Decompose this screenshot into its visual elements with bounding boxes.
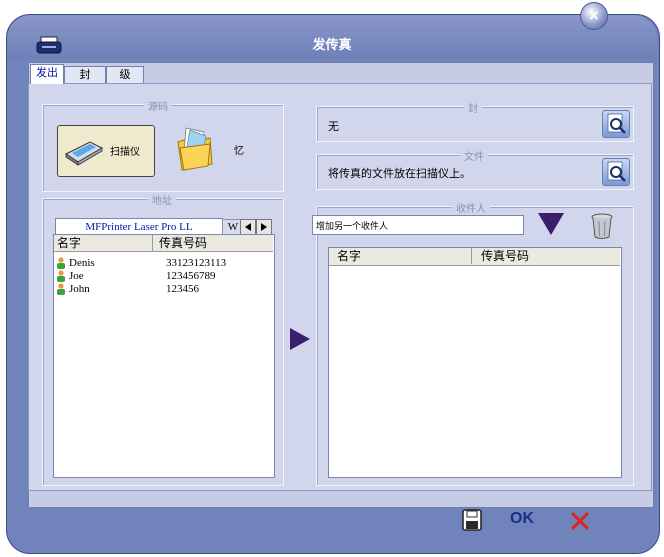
cover-preview-button[interactable]	[602, 110, 630, 138]
recipient-input-value: 增加另一个收件人	[316, 222, 389, 232]
contact-name: Denis	[69, 257, 95, 269]
save-icon[interactable]	[462, 509, 482, 531]
address-col-name[interactable]: 名字	[57, 235, 81, 251]
window-title: 发传真	[312, 38, 352, 53]
address-row[interactable]: Joe 123456789	[56, 270, 266, 282]
memory-label: 忆	[234, 146, 244, 157]
recipient-input[interactable]: 增加另一个收件人	[312, 215, 524, 235]
address-group-title: 地址	[148, 192, 176, 207]
tab-scroll-left[interactable]	[240, 219, 256, 235]
scanner-icon	[65, 141, 104, 166]
contact-name: John	[69, 283, 90, 295]
address-book-tab-label: MFPrinter Laser Pro LL	[85, 221, 193, 233]
close-icon: ×	[588, 8, 600, 24]
magnifier-icon	[607, 161, 626, 182]
recipients-group-title: 收件人	[452, 200, 490, 215]
add-down-arrow-icon[interactable]	[537, 212, 565, 236]
add-recipient-arrow-icon[interactable]	[289, 327, 311, 351]
file-preview-button[interactable]	[602, 158, 630, 186]
tab-scroll-right[interactable]	[256, 219, 272, 235]
address-col-number[interactable]: 传真号码	[152, 235, 207, 251]
arrow-right-icon	[261, 223, 267, 231]
tab-send-label: 发出	[36, 66, 58, 79]
arrow-left-icon	[245, 223, 251, 231]
contact-icon	[57, 270, 65, 282]
address-row[interactable]: Denis 33123123113	[56, 257, 266, 269]
contact-number: 33123123113	[166, 257, 227, 269]
contact-number: 123456789	[166, 270, 216, 282]
scanner-button[interactable]: 扫描仪	[57, 125, 155, 177]
trash-icon[interactable]	[590, 212, 614, 240]
tab-send[interactable]: 发出	[30, 64, 64, 84]
file-value: 将传真的文件放在扫描仪上。	[328, 167, 471, 180]
memory-button[interactable]: 忆	[176, 126, 266, 176]
source-group-title: 源码	[144, 98, 172, 113]
file-group-title: 文件	[460, 148, 488, 163]
tab-level-label: 级	[119, 68, 131, 81]
recipients-col-name[interactable]: 名字	[337, 248, 361, 264]
contact-number: 123456	[166, 283, 199, 295]
tab-cover-label: 封	[79, 68, 91, 81]
contact-name: Joe	[69, 270, 84, 282]
scanner-label: 扫描仪	[110, 147, 140, 158]
cover-group-title: 封	[464, 100, 482, 115]
address-book-tab[interactable]: MFPrinter Laser Pro LL	[55, 218, 223, 235]
tab-cover[interactable]: 封	[64, 66, 106, 83]
close-button[interactable]: ×	[580, 2, 608, 30]
recipients-col-number[interactable]: 传真号码	[471, 248, 529, 264]
ok-button[interactable]: OK	[510, 510, 534, 528]
tab-level[interactable]: 级	[106, 66, 144, 83]
address-list-header: 名字 传真号码	[54, 235, 273, 252]
contact-icon	[57, 257, 65, 269]
cancel-icon[interactable]	[569, 510, 591, 532]
recipients-list-header: 名字 传真号码	[329, 248, 620, 266]
folder-icon	[177, 127, 213, 171]
magnifier-icon	[607, 113, 626, 134]
ok-label: OK	[510, 510, 534, 527]
recipients-list[interactable]	[328, 247, 622, 478]
cover-value: 无	[328, 120, 339, 133]
address-row[interactable]: John 123456	[56, 283, 266, 295]
address-book-tab-2-label: W	[227, 221, 239, 233]
contact-icon	[57, 283, 65, 295]
